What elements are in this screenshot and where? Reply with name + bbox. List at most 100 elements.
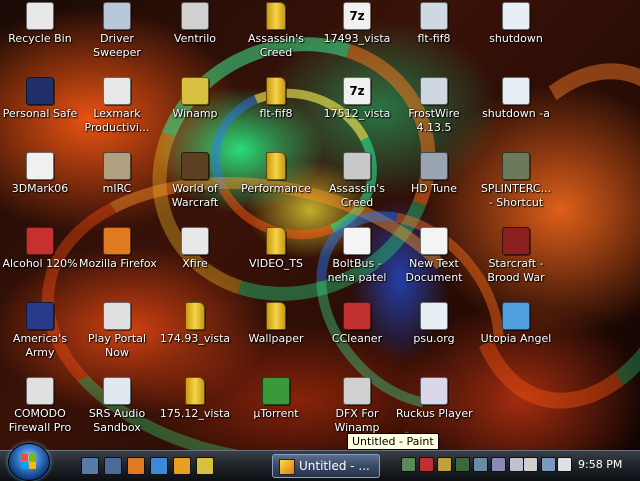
desktop-icon-label: BoltBus - neha patel [327, 257, 387, 284]
desktop-icon-hd-tune[interactable]: HD Tune [396, 150, 472, 222]
desktop-icon-label: µTorrent [253, 407, 299, 420]
folder-icon [185, 377, 205, 405]
folder-icon [266, 302, 286, 330]
srs-audio-icon [103, 377, 131, 405]
desktop-icon-assassins-creed-2[interactable]: Assassin's Creed [319, 150, 395, 222]
tray-icon-10[interactable] [557, 457, 572, 472]
desktop-icon-17512-vista-folder[interactable]: 175.12_vista [157, 375, 233, 447]
desktop-icon-label: Alcohol 120% [2, 257, 78, 270]
desktop-icon-flt-fif8-2[interactable]: flt-fif8 [238, 75, 314, 147]
desktop-icon-video-ts[interactable]: VIDEO_TS [238, 225, 314, 297]
quicklaunch-switch-windows[interactable] [104, 457, 122, 475]
desktop-icon-boltbus[interactable]: BoltBus - neha patel [319, 225, 395, 297]
tray-icon-1[interactable] [401, 457, 416, 472]
desktop-icon-xfire[interactable]: Xfire [157, 225, 233, 297]
desktop-icon-alcohol-120[interactable]: Alcohol 120% [2, 225, 78, 297]
3dmark-icon [26, 152, 54, 180]
utopia-angel-icon [502, 302, 530, 330]
desktop-icon-ccleaner[interactable]: CCleaner [319, 300, 395, 372]
desktop-icon-17512-vista-1[interactable]: 7z 17512_vista [319, 75, 395, 147]
desktop-icon-comodo-firewall[interactable]: COMODO Firewall Pro [2, 375, 78, 447]
desktop-icon-lexmark[interactable]: Lexmark Productivi... [79, 75, 155, 147]
desktop-icon-label: COMODO Firewall Pro [8, 407, 72, 434]
quicklaunch-show-desktop[interactable] [81, 457, 99, 475]
desktop-icon-label: Lexmark Productivi... [84, 107, 150, 134]
document-icon [420, 302, 448, 330]
desktop-icon-driver-sweeper[interactable]: Driver Sweeper [79, 0, 155, 72]
quicklaunch-ie[interactable] [150, 457, 168, 475]
desktop-icon-winamp-1[interactable]: Winamp [157, 75, 233, 147]
desktop-icon-label: Starcraft - Brood War [487, 257, 545, 284]
desktop-icon-label: Performance [241, 182, 311, 195]
desktop-icon-label: DFX For Winamp [334, 407, 380, 434]
desktop-icon-frostwire[interactable]: FrostWire 4.13.5 [396, 75, 472, 147]
lexmark-icon [103, 77, 131, 105]
desktop-icon-wallpaper[interactable]: Wallpaper [238, 300, 314, 372]
desktop-icon-label: SPLINTERC... - Shortcut [480, 182, 552, 209]
tray-icon-6[interactable] [491, 457, 506, 472]
winamp-icon [181, 77, 209, 105]
clock[interactable]: 9:58 PM [578, 458, 622, 472]
desktop-icon-utopia-angel[interactable]: Utopia Angel [478, 300, 554, 372]
desktop-icon-splinter-cell[interactable]: SPLINTERC... - Shortcut [478, 150, 554, 222]
desktop-icon-label: HD Tune [411, 182, 457, 195]
desktop-icon-new-text-document[interactable]: New Text Document [396, 225, 472, 297]
desktop-icon-17493-vista[interactable]: 7z 17493_vista [319, 0, 395, 72]
desktop-icon-psu-org[interactable]: psu.org [396, 300, 472, 372]
tray-icon-3[interactable] [437, 457, 452, 472]
desktop-icon-assassins-creed-1[interactable]: Assassin's Creed [238, 0, 314, 72]
safe-icon [26, 77, 54, 105]
taskbar-tooltip: Untitled - Paint [347, 433, 439, 450]
desktop-icon-americas-army[interactable]: America's Army [2, 300, 78, 372]
desktop-icon-3dmark06[interactable]: 3DMark06 [2, 150, 78, 222]
tray-icon-4[interactable] [455, 457, 470, 472]
desktop-icon-label: Utopia Angel [480, 332, 552, 345]
desktop-icon-personal-safe[interactable]: Personal Safe [2, 75, 78, 147]
desktop-icon-shutdown-a[interactable]: shutdown -a [478, 75, 554, 147]
hd-tune-icon [420, 152, 448, 180]
quicklaunch-firefox[interactable] [127, 457, 145, 475]
desktop-icon-label: Assassin's Creed [329, 182, 385, 209]
desktop-icon-srs-audio-sandbox[interactable]: SRS Audio Sandbox [79, 375, 155, 447]
desktop-icon-label: FrostWire 4.13.5 [408, 107, 460, 134]
desktop-icon-ventrilo[interactable]: Ventrilo [157, 0, 233, 72]
comodo-icon [26, 377, 54, 405]
wow-icon [181, 152, 209, 180]
start-button[interactable] [8, 443, 50, 481]
tray-icon-5[interactable] [473, 457, 488, 472]
driver-sweeper-icon [103, 2, 131, 30]
quicklaunch-winamp[interactable] [196, 457, 214, 475]
tray-icon-7[interactable] [509, 457, 524, 472]
folder-icon [185, 302, 205, 330]
desktop-icon-label: CCleaner [331, 332, 383, 345]
desktop-icon-label: World of Warcraft [171, 182, 219, 209]
desktop-icon-shutdown[interactable]: shutdown [478, 0, 554, 72]
tray-icon-8[interactable] [523, 457, 538, 472]
desktop-icon-mirc[interactable]: mIRC [79, 150, 155, 222]
desktop-icon-label: SRS Audio Sandbox [88, 407, 146, 434]
desktop-icon-label: Wallpaper [248, 332, 304, 345]
desktop-icon-mozilla-firefox[interactable]: Mozilla Firefox [79, 225, 157, 297]
text-document-icon [420, 227, 448, 255]
desktop-icon-starcraft[interactable]: Starcraft - Brood War [478, 225, 554, 297]
tray-icon-9[interactable] [541, 457, 556, 472]
desktop-icon-utorrent[interactable]: µTorrent [238, 375, 314, 447]
desktop-icon-flt-fif8-1[interactable]: flt-fif8 [396, 0, 472, 72]
desktop-icon-label: Personal Safe [2, 107, 78, 120]
desktop-icon-label: 174.93_vista [159, 332, 231, 345]
dfx-icon [343, 377, 371, 405]
desktop-icon-recycle-bin[interactable]: Recycle Bin [2, 0, 78, 72]
desktop-icon-label: shutdown [489, 32, 543, 45]
frostwire-icon [420, 77, 448, 105]
desktop-icon-play-portal[interactable]: Play Portal Now [79, 300, 155, 372]
7z-archive-icon: 7z [343, 2, 371, 30]
desktop-icon-world-of-warcraft[interactable]: World of Warcraft [157, 150, 233, 222]
taskbar-button-paint[interactable]: Untitled - ... [272, 454, 380, 478]
desktop-icon-performance[interactable]: Performance [238, 150, 314, 222]
desktop-icon-17493-vista-folder[interactable]: 174.93_vista [157, 300, 233, 372]
tray-icon-2[interactable] [419, 457, 434, 472]
quicklaunch-media-player[interactable] [173, 457, 191, 475]
desktop-icon-label: Winamp [172, 107, 218, 120]
starcraft-icon [502, 227, 530, 255]
windows-logo-icon [21, 454, 37, 470]
